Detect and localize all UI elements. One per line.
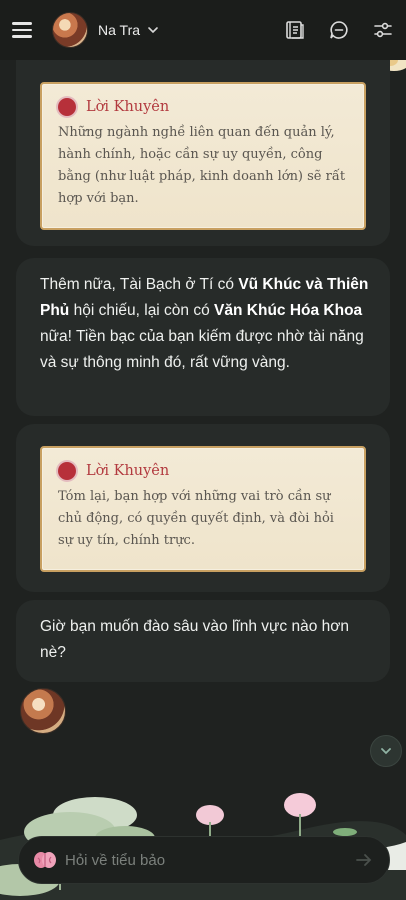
red-dot-icon bbox=[58, 98, 76, 116]
highlight-text: Văn Khúc Hóa Khoa bbox=[214, 302, 363, 319]
scroll-down-button[interactable] bbox=[370, 735, 402, 767]
advice-card: Lời Khuyên Những ngành nghề liên quan đế… bbox=[40, 82, 366, 230]
message-bubble: Lời Khuyên Những ngành nghề liên quan đế… bbox=[16, 60, 390, 246]
message-text: Giờ bạn muốn đào sâu vào lĩnh vực nào hơ… bbox=[40, 618, 350, 661]
advice-title: Lời Khuyên bbox=[86, 99, 170, 115]
chat-icon[interactable] bbox=[328, 19, 350, 41]
chat-input-bar bbox=[18, 836, 390, 884]
send-arrow-icon[interactable] bbox=[353, 849, 375, 871]
advice-card: Lời Khuyên Tóm lại, bạn hợp với những va… bbox=[40, 446, 366, 572]
brain-icon[interactable] bbox=[33, 849, 57, 871]
advice-text: Những ngành nghề liên quan đến quản lý, … bbox=[58, 125, 346, 206]
book-icon[interactable] bbox=[284, 19, 306, 41]
chevron-down-icon bbox=[381, 748, 391, 755]
menu-icon[interactable] bbox=[12, 17, 38, 43]
user-avatar[interactable] bbox=[52, 12, 88, 48]
chevron-down-icon[interactable] bbox=[146, 23, 160, 37]
red-dot-icon bbox=[58, 462, 76, 480]
bot-avatar bbox=[20, 688, 66, 734]
sliders-icon[interactable] bbox=[372, 19, 394, 41]
user-name[interactable]: Na Tra bbox=[98, 22, 140, 38]
advice-text: Tóm lại, bạn hợp với những vai trò cần s… bbox=[58, 489, 334, 548]
chat-input[interactable] bbox=[65, 851, 353, 869]
advice-title: Lời Khuyên bbox=[86, 463, 170, 479]
top-bar: Na Tra bbox=[0, 0, 406, 60]
message-bubble: Thêm nữa, Tài Bạch ở Tí có Vũ Khúc và Th… bbox=[16, 258, 390, 416]
message-bubble: Lời Khuyên Tóm lại, bạn hợp với những va… bbox=[16, 424, 390, 592]
message-text: Thêm nữa, Tài Bạch ở Tí có Vũ Khúc và Th… bbox=[40, 276, 369, 371]
message-bubble: Giờ bạn muốn đào sâu vào lĩnh vực nào hơ… bbox=[16, 600, 390, 682]
